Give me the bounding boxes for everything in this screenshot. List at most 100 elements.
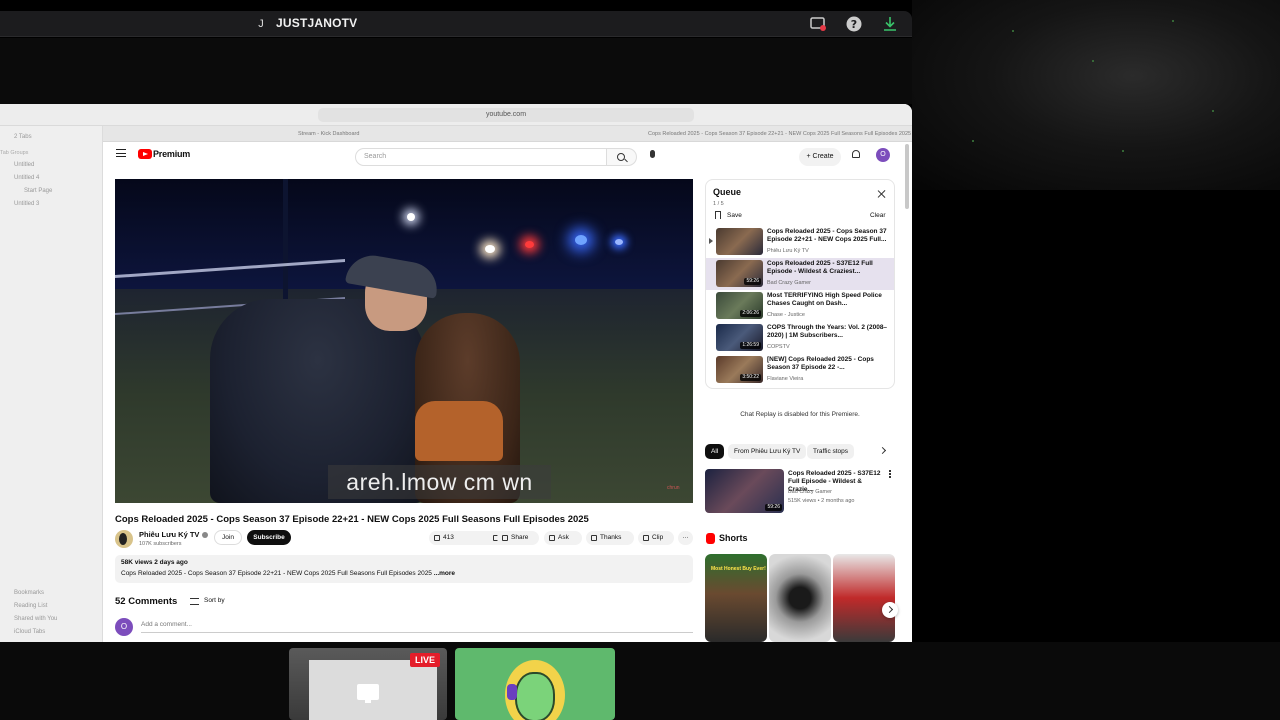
chat-replay-disabled-notice: Chat Replay is disabled for this Premier… xyxy=(740,411,860,418)
video-light xyxy=(525,241,534,248)
download-icon[interactable] xyxy=(881,15,899,33)
recommended-video[interactable]: 59:26 Cops Reloaded 2025 - S37E12 Full E… xyxy=(705,469,895,514)
description-more-link[interactable]: ...more xyxy=(434,570,455,577)
close-icon[interactable] xyxy=(877,189,887,199)
queue-item[interactable]: Cops Reloaded 2025 - Cops Season 37 Epis… xyxy=(706,226,894,258)
address-bar[interactable]: youtube.com xyxy=(318,108,694,122)
scissors-icon xyxy=(643,535,649,541)
browser-tab-youtube[interactable]: Cops Reloaded 2025 - Cops Season 37 Epis… xyxy=(648,128,912,140)
browser-toolbar: youtube.com xyxy=(0,104,912,126)
sidebar-group-untitled-4[interactable]: Untitled 4 xyxy=(14,175,39,181)
help-icon[interactable]: ? xyxy=(845,15,863,33)
chip-traffic-stops[interactable]: Traffic stops xyxy=(807,444,855,459)
avatar-character-head xyxy=(515,672,555,720)
microphone-icon[interactable] xyxy=(650,150,655,158)
camera-background xyxy=(912,0,1280,190)
queue-duration: 59:26 xyxy=(744,278,761,285)
search-input[interactable]: Search xyxy=(355,148,607,166)
queue-thumbnail: 59:26 xyxy=(716,260,763,287)
queue-panel: Queue 1 / 5 Save Clear Cops Reloaded 202… xyxy=(705,179,895,389)
chip-all[interactable]: All xyxy=(705,444,725,459)
search-icon xyxy=(617,153,625,161)
channel-subscribers: 107K subscribers xyxy=(139,541,182,547)
thumbs-up-icon xyxy=(434,535,440,541)
share-label: Share xyxy=(511,534,529,541)
clip-button[interactable]: Clip xyxy=(638,531,674,545)
queue-item[interactable]: 3:50:22 [NEW] Cops Reloaded 2025 - Cops … xyxy=(706,354,894,386)
join-button[interactable]: Join xyxy=(214,530,242,545)
channel-name[interactable]: Phiêu Lưu Ký TV xyxy=(139,530,209,539)
queue-item[interactable]: 59:26 Cops Reloaded 2025 - S37E12 Full E… xyxy=(706,258,894,290)
sidebar-start-page[interactable]: Start Page xyxy=(24,188,52,194)
shorts-next-button[interactable] xyxy=(882,602,898,618)
thanks-label: Thanks xyxy=(600,534,622,541)
save-playlist-icon[interactable] xyxy=(715,211,721,219)
short-item[interactable] xyxy=(833,554,895,642)
channel-avatar[interactable] xyxy=(115,530,133,548)
subscribe-button[interactable]: Subscribe xyxy=(247,530,291,545)
queue-thumbnail: 2:06:26 xyxy=(716,292,763,319)
sidebar-reading-list[interactable]: Reading List xyxy=(14,603,47,609)
sidebar-shared-with-you[interactable]: Shared with You xyxy=(14,616,57,622)
video-woman-shirt xyxy=(415,401,503,461)
ask-button[interactable]: Ask xyxy=(544,531,582,545)
yt-brand[interactable]: Premium xyxy=(153,149,190,159)
recommended-channel: Bad Crazy Gamer xyxy=(788,489,833,495)
thanks-button[interactable]: Thanks xyxy=(586,531,634,545)
add-comment-input[interactable]: Add a comment... xyxy=(141,621,693,633)
queue-thumbnail: 1:26:59 xyxy=(716,324,763,351)
short-item[interactable]: Most Honest Buy Ever! xyxy=(705,554,767,642)
search-button[interactable] xyxy=(607,148,637,166)
sidebar-bookmarks[interactable]: Bookmarks xyxy=(14,590,44,596)
notifications-bell-icon[interactable] xyxy=(852,150,860,158)
sort-icon[interactable] xyxy=(190,598,199,605)
video-light xyxy=(615,239,623,245)
youtube-logo-icon[interactable] xyxy=(138,149,152,159)
sort-by-button[interactable]: Sort by xyxy=(204,597,225,604)
more-options-icon[interactable] xyxy=(889,470,891,478)
live-badge: LIVE xyxy=(410,653,440,667)
account-avatar[interactable]: O xyxy=(876,148,890,162)
queue-item-channel: Phiêu Lưu Ký TV xyxy=(767,248,809,254)
queue-count: 1 / 5 xyxy=(713,201,724,207)
page-scrollbar[interactable] xyxy=(905,144,909,209)
queue-item-channel: Flaviane Vieira xyxy=(767,376,804,382)
now-playing-icon xyxy=(709,238,713,244)
more-actions-icon[interactable]: ··· xyxy=(678,531,693,545)
video-light xyxy=(575,235,587,245)
short-item[interactable] xyxy=(769,554,831,642)
shorts-title: Shorts xyxy=(719,533,748,543)
queue-item-title: COPS Through the Years: Vol. 2 (2008–202… xyxy=(767,324,888,339)
menu-icon[interactable] xyxy=(116,149,126,157)
browser-tab-bar: Stream - Kick Dashboard Cops Reloaded 20… xyxy=(0,126,912,142)
description-box[interactable]: 58K views 2 days ago Cops Reloaded 2025 … xyxy=(115,555,693,583)
queue-duration: 1:26:59 xyxy=(740,342,761,349)
sidebar-group-untitled-3[interactable]: Untitled 3 xyxy=(14,201,39,207)
queue-duration: 2:06:26 xyxy=(740,310,761,317)
headphone-icon xyxy=(507,684,517,700)
queue-save-button[interactable]: Save xyxy=(727,212,742,219)
queue-item[interactable]: 1:26:59 COPS Through the Years: Vol. 2 (… xyxy=(706,322,894,354)
streamer-name[interactable]: JUSTJANOTV xyxy=(276,16,357,30)
verified-icon xyxy=(202,532,209,539)
share-button[interactable]: Share xyxy=(497,531,539,545)
queue-duration: 3:50:22 xyxy=(740,374,761,381)
queue-clear-button[interactable]: Clear xyxy=(870,212,886,219)
sidebar-icloud-tabs[interactable]: iCloud Tabs xyxy=(14,629,45,635)
sidebar-tabs[interactable]: 2 Tabs xyxy=(14,134,32,140)
browser-tab-kick[interactable]: Stream - Kick Dashboard xyxy=(298,128,558,140)
yt-header: Premium Search + Create O xyxy=(104,142,912,166)
video-player[interactable]: areh.lmow cm wn chrun xyxy=(115,179,693,503)
comments-count: 52 Comments xyxy=(115,596,178,607)
like-button[interactable]: 413 xyxy=(429,531,486,545)
browser-window: youtube.com Stream - Kick Dashboard Cops… xyxy=(0,104,912,642)
streamer-avatar[interactable]: J xyxy=(252,15,270,33)
chip-from-channel[interactable]: From Phiêu Lưu Ký TV xyxy=(728,444,807,459)
create-button[interactable]: + Create xyxy=(799,148,841,166)
queue-item[interactable]: 2:06:26 Most TERRIFYING High Speed Polic… xyxy=(706,290,894,322)
chevron-right-icon[interactable] xyxy=(878,446,887,455)
queue-thumbnail xyxy=(716,228,763,255)
avatar-camera-tile[interactable] xyxy=(455,648,615,720)
cast-icon[interactable] xyxy=(809,15,827,33)
sidebar-group-untitled[interactable]: Untitled xyxy=(14,162,34,168)
